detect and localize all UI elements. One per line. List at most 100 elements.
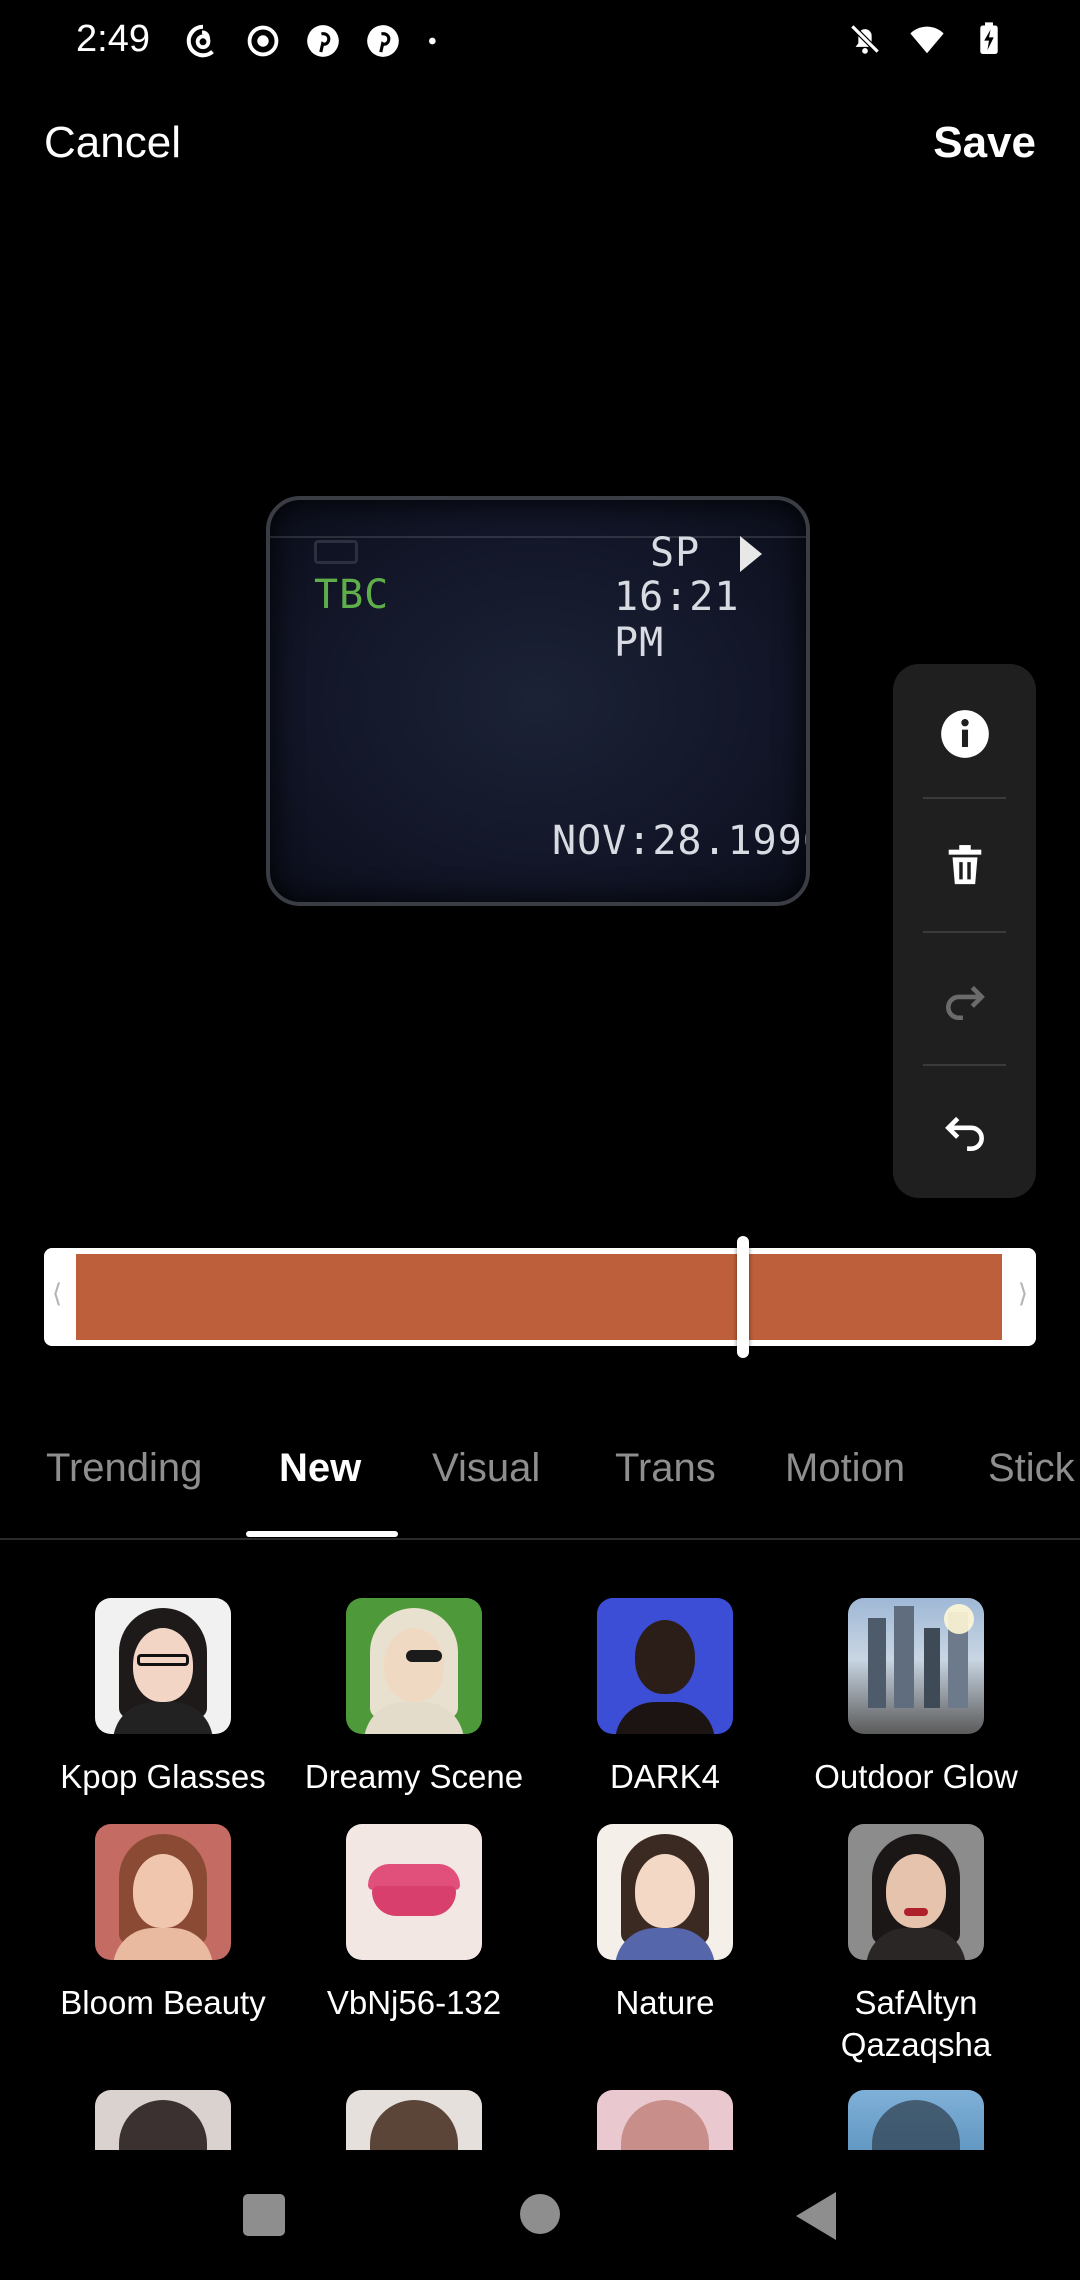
save-button[interactable]: Save [933,118,1036,168]
back-icon[interactable] [796,2192,836,2240]
effect-item[interactable] [540,2090,790,2150]
status-system-icons [846,20,1008,58]
thumbnail-art [370,2100,458,2150]
play-icon [740,536,762,572]
side-toolbar [893,664,1036,1198]
home-icon[interactable] [520,2194,560,2234]
effect-item[interactable]: Bloom Beauty [38,1824,288,2024]
thumbnail-art [133,1854,193,1928]
battery-charging-icon [980,22,998,55]
effect-item[interactable]: Nature [540,1824,790,2024]
building-art [894,1606,914,1708]
effect-item[interactable]: VbNj56-132 [289,1824,539,2024]
active-tab-indicator [246,1531,398,1537]
trash-icon [948,845,981,885]
effect-thumbnail [346,2090,482,2150]
effect-label: Bloom Beauty [60,1984,266,2021]
effect-thumbnail [95,1598,231,1734]
vhs-label: TBC [314,572,390,618]
effect-item[interactable]: Kpop Glasses [38,1598,288,1798]
sunglasses-art [406,1650,442,1662]
trim-end-handle[interactable]: ⟩ [1018,1278,1028,1309]
effect-segment[interactable] [76,1254,1002,1340]
status-bar: 2:49 [0,0,1080,86]
delete-button[interactable] [893,799,1036,931]
playhead[interactable] [736,1236,749,1358]
vhs-time: 16:21 PM [614,574,740,666]
effect-item[interactable] [791,2090,1041,2150]
effect-thumbnail [346,1824,482,1960]
effect-item[interactable]: Dreamy Scene [289,1598,539,1798]
scanline [270,536,806,538]
info-icon [940,710,989,758]
tab-motion[interactable]: Motion [785,1446,905,1491]
effect-thumbnail [848,2090,984,2150]
effect-thumbnail [597,1598,733,1734]
effect-item[interactable]: SafAltyn Qazaqsha [791,1824,1041,2066]
wifi-icon [910,26,944,54]
pinterest-icon [367,25,399,57]
vhs-mode: SP [650,530,701,576]
effect-label: Kpop Glasses [60,1758,266,1795]
thumbnail-art [886,1854,946,1928]
thumbnail-art [119,2100,207,2150]
status-time: 2:49 [76,18,150,60]
dot-icon [429,37,436,45]
effect-thumbnail [597,2090,733,2150]
lips-art [904,1908,928,1916]
effect-thumbnail [346,1598,482,1734]
thumbnail-art [621,2100,709,2150]
effect-label: DARK4 [609,1758,721,1795]
tab-trans[interactable]: Trans [615,1446,716,1491]
thumbnail-art [635,1854,695,1928]
thumbnail-art [615,1702,715,1734]
building-art [868,1618,886,1708]
status-notification-icons [184,22,444,60]
building-art [924,1628,940,1708]
timeline-track[interactable]: ⟨ ⟩ [44,1248,1036,1346]
effects-grid: Kpop Glasses Dreamy Scene DARK4 Outdoor … [0,1590,1080,2150]
thumbnail-art [872,2100,960,2150]
thumbnail-art [384,1628,444,1702]
video-preview[interactable]: TBC SP 16:21 PM NOV:28.1990 [262,492,814,910]
effect-item[interactable] [38,2090,288,2150]
effect-label: SafAltyn Qazaqsha [840,1984,992,2063]
tabs-divider [0,1538,1080,1540]
undo-button[interactable] [893,1066,1036,1198]
record-icon [247,25,279,57]
effect-label: Outdoor Glow [814,1758,1018,1795]
effect-label: VbNj56-132 [326,1984,502,2021]
tab-trending[interactable]: Trending [46,1446,202,1491]
effect-label: Nature [615,1984,715,2021]
pinterest-icon [307,25,339,57]
bell-off-icon [850,24,880,54]
tab-stick[interactable]: Stick [988,1446,1075,1491]
recents-icon[interactable] [243,2194,285,2236]
redo-icon [945,985,985,1021]
sun-art [944,1604,974,1634]
effect-item[interactable]: Outdoor Glow [791,1598,1041,1798]
threads-icon [186,24,214,58]
effect-item[interactable]: DARK4 [540,1598,790,1798]
undo-icon [944,1116,984,1151]
lips-art [372,1886,456,1916]
vhs-frame: TBC SP 16:21 PM NOV:28.1990 [266,496,810,906]
effect-thumbnail [95,2090,231,2150]
effect-thumbnail [848,1824,984,1960]
tab-visual[interactable]: Visual [432,1446,540,1491]
effect-item[interactable] [289,2090,539,2150]
effect-label: Dreamy Scene [304,1758,524,1795]
effect-thumbnail [597,1824,733,1960]
trim-start-handle[interactable]: ⟨ [52,1278,62,1309]
vhs-date: NOV:28.1990 [552,818,810,864]
glasses-art [137,1654,189,1666]
effect-thumbnail [848,1598,984,1734]
category-tabs: Trending New Visual Trans Motion Stick [0,1430,1080,1540]
thumbnail-art [635,1620,695,1694]
camera-icon [314,540,358,564]
tab-new[interactable]: New [279,1446,361,1491]
cancel-button[interactable]: Cancel [44,118,181,168]
effect-thumbnail [95,1824,231,1960]
redo-button[interactable] [893,933,1036,1065]
info-button[interactable] [893,668,1036,800]
